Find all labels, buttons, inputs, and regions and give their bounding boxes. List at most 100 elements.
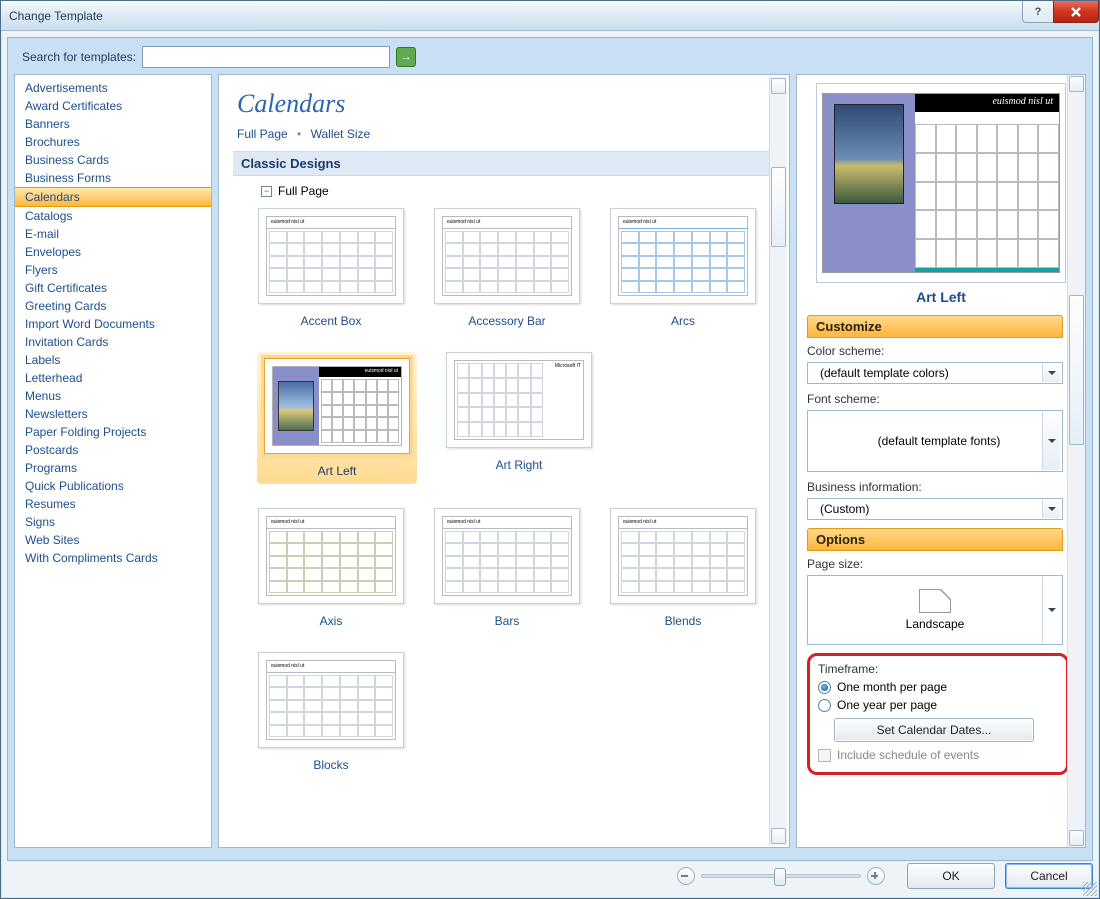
sidebar-item-business-forms[interactable]: Business Forms (15, 169, 211, 187)
template-blocks[interactable]: euismod nisl utBlocks (257, 652, 405, 772)
zoom-in-icon[interactable] (867, 867, 885, 885)
radio-icon (818, 681, 831, 694)
font-scheme-value: (default template fonts) (878, 434, 1001, 448)
sidebar-item-banners[interactable]: Banners (15, 115, 211, 133)
ok-button[interactable]: OK (907, 863, 995, 889)
radio-label: One year per page (837, 698, 937, 712)
sidebar-item-newsletters[interactable]: Newsletters (15, 405, 211, 423)
page-size-combo[interactable]: Landscape (807, 575, 1063, 645)
sidebar-item-paper-folding-projects[interactable]: Paper Folding Projects (15, 423, 211, 441)
zoom-out-icon[interactable] (677, 867, 695, 885)
sidebar-item-resumes[interactable]: Resumes (15, 495, 211, 513)
dialog-body: Search for templates: AdvertisementsAwar… (7, 37, 1093, 861)
preview-header: euismod nisl ut (915, 94, 1059, 112)
sidebar-item-letterhead[interactable]: Letterhead (15, 369, 211, 387)
sidebar-item-postcards[interactable]: Postcards (15, 441, 211, 459)
titlebar: Change Template (1, 1, 1099, 31)
bottom-bar: OK Cancel (7, 860, 1093, 892)
template-art-left[interactable]: euismod nisl utArt Left (257, 352, 417, 484)
rightpanel-scrollbar[interactable] (1067, 75, 1085, 847)
sidebar-item-advertisements[interactable]: Advertisements (15, 79, 211, 97)
group-label: Full Page (278, 184, 329, 198)
timeframe-label: Timeframe: (818, 662, 1074, 676)
color-scheme-value: (default template colors) (820, 366, 949, 380)
search-label: Search for templates: (22, 50, 136, 64)
zoom-slider[interactable] (701, 874, 861, 878)
sidebar-item-labels[interactable]: Labels (15, 351, 211, 369)
template-accent-box[interactable]: euismod nisl utAccent Box (257, 208, 405, 328)
section-classic-designs: Classic Designs (233, 151, 775, 176)
page-size-value: Landscape (906, 617, 965, 631)
sidebar-item-business-cards[interactable]: Business Cards (15, 151, 211, 169)
timeframe-group: Timeframe: One month per page One year p… (807, 653, 1069, 775)
chevron-down-icon (1042, 577, 1060, 643)
template-accessory-bar[interactable]: euismod nisl utAccessory Bar (433, 208, 581, 328)
preview-box: euismod nisl ut (816, 83, 1066, 283)
sidebar-item-award-certificates[interactable]: Award Certificates (15, 97, 211, 115)
color-scheme-combo[interactable]: (default template colors) (807, 362, 1063, 384)
sidebar-item-catalogs[interactable]: Catalogs (15, 207, 211, 225)
gallery-subtypes: Full Page • Wallet Size (237, 127, 771, 141)
window-buttons (1022, 1, 1099, 23)
gallery-scrollbar[interactable] (769, 77, 787, 845)
template-caption: Accessory Bar (468, 314, 545, 328)
window-title: Change Template (9, 9, 103, 23)
sidebar-item-with-compliments-cards[interactable]: With Compliments Cards (15, 549, 211, 567)
template-caption: Accent Box (301, 314, 362, 328)
close-button[interactable] (1053, 1, 1099, 23)
sidebar-item-import-word-documents[interactable]: Import Word Documents (15, 315, 211, 333)
subtype-divider-icon: • (297, 127, 301, 141)
set-calendar-dates-button[interactable]: Set Calendar Dates... (834, 718, 1034, 742)
template-caption: Bars (495, 614, 520, 628)
search-row: Search for templates: (14, 44, 1086, 74)
chevron-down-icon (1042, 500, 1060, 518)
radio-year-per-page[interactable]: One year per page (818, 698, 1058, 712)
sidebar-item-quick-publications[interactable]: Quick Publications (15, 477, 211, 495)
search-input[interactable] (142, 46, 390, 68)
business-info-label: Business information: (807, 480, 1063, 494)
font-scheme-combo[interactable]: (default template fonts) (807, 410, 1063, 472)
radio-month-per-page[interactable]: One month per page (818, 680, 1058, 694)
sidebar-item-calendars[interactable]: Calendars (15, 187, 211, 207)
business-info-combo[interactable]: (Custom) (807, 498, 1063, 520)
template-axis[interactable]: euismod nisl utAxis (257, 508, 405, 628)
template-blends[interactable]: euismod nisl utBlends (609, 508, 757, 628)
search-go-button[interactable] (396, 47, 416, 67)
include-schedule-check[interactable]: Include schedule of events (818, 748, 1058, 762)
template-caption: Art Left (318, 464, 357, 478)
template-art-right[interactable]: Microsoft ITArt Right (445, 352, 593, 484)
sidebar-item-web-sites[interactable]: Web Sites (15, 531, 211, 549)
help-button[interactable] (1022, 1, 1054, 23)
change-template-dialog: Change Template Search for templates: Ad… (0, 0, 1100, 899)
sidebar-item-gift-certificates[interactable]: Gift Certificates (15, 279, 211, 297)
template-caption: Blocks (313, 758, 348, 772)
sidebar-item-menus[interactable]: Menus (15, 387, 211, 405)
sidebar-item-envelopes[interactable]: Envelopes (15, 243, 211, 261)
landscape-icon (919, 589, 951, 613)
sidebar-item-signs[interactable]: Signs (15, 513, 211, 531)
cancel-button[interactable]: Cancel (1005, 863, 1093, 889)
chevron-down-icon (1042, 364, 1060, 382)
resize-grip-icon[interactable] (1083, 882, 1097, 896)
subtype-wallet[interactable]: Wallet Size (311, 127, 371, 141)
sidebar-item-e-mail[interactable]: E-mail (15, 225, 211, 243)
group-full-page[interactable]: − Full Page (261, 184, 747, 198)
checkbox-icon (818, 749, 831, 762)
sidebar-item-brochures[interactable]: Brochures (15, 133, 211, 151)
subtype-fullpage[interactable]: Full Page (237, 127, 288, 141)
template-arcs[interactable]: euismod nisl utArcs (609, 208, 757, 328)
business-info-value: (Custom) (820, 502, 869, 516)
thumbnail-grid: euismod nisl utAccent Boxeuismod nisl ut… (257, 208, 757, 772)
font-scheme-label: Font scheme: (807, 392, 1063, 406)
checkbox-label: Include schedule of events (837, 748, 979, 762)
category-sidebar: AdvertisementsAward CertificatesBannersB… (14, 74, 212, 848)
template-bars[interactable]: euismod nisl utBars (433, 508, 581, 628)
template-gallery: Calendars Full Page • Wallet Size Classi… (218, 74, 790, 848)
template-caption: Blends (665, 614, 702, 628)
sidebar-item-greeting-cards[interactable]: Greeting Cards (15, 297, 211, 315)
template-caption: Axis (320, 614, 343, 628)
sidebar-item-programs[interactable]: Programs (15, 459, 211, 477)
template-caption: Arcs (671, 314, 695, 328)
sidebar-item-invitation-cards[interactable]: Invitation Cards (15, 333, 211, 351)
sidebar-item-flyers[interactable]: Flyers (15, 261, 211, 279)
